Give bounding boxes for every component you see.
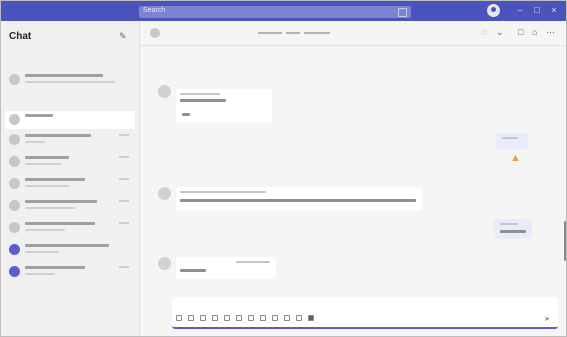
emoji-icon[interactable] — [200, 315, 206, 321]
meet-icon[interactable] — [236, 315, 242, 321]
gif-icon[interactable] — [212, 315, 218, 321]
message-compose-box[interactable]: ➤ — [172, 297, 558, 329]
schedule-icon[interactable] — [248, 315, 254, 321]
avatar — [9, 134, 20, 145]
chat-list-item[interactable] — [5, 241, 135, 259]
attach-icon[interactable] — [188, 315, 194, 321]
message-bubble[interactable] — [176, 257, 276, 279]
thumbs-up-icon: ▲ — [510, 152, 521, 164]
chat-list-pane: Chat ✎ — [1, 21, 140, 336]
more-options-icon[interactable]: ⋯ — [546, 27, 555, 38]
more-apps-icon[interactable] — [284, 315, 290, 321]
chat-list-item-selected[interactable] — [5, 111, 135, 129]
compose-toolbar: ➤ — [176, 315, 554, 324]
chat-list-item[interactable] — [5, 263, 135, 281]
chat-list-item[interactable] — [5, 153, 135, 171]
tab-chat[interactable] — [258, 32, 282, 34]
search-input[interactable]: Search — [139, 6, 411, 18]
close-icon[interactable]: × — [549, 5, 559, 15]
avatar — [9, 74, 20, 85]
avatar — [158, 187, 171, 200]
app-window: Search – □ × Chat ✎ ◌ ⌄ □ ⌂ ⋯ ▲ ➤ — [0, 0, 567, 337]
format-icon[interactable] — [176, 315, 182, 321]
message-bubble[interactable] — [176, 187, 422, 211]
avatar — [158, 257, 171, 270]
avatar — [9, 156, 20, 167]
minimize-icon[interactable]: – — [515, 5, 525, 15]
sticker-icon[interactable] — [224, 315, 230, 321]
new-chat-icon[interactable]: ✎ — [119, 31, 127, 42]
avatar[interactable] — [150, 28, 160, 38]
tab-add[interactable] — [304, 32, 330, 34]
chat-list-item[interactable] — [5, 175, 135, 193]
conversation-header: ◌ ⌄ □ ⌂ ⋯ — [140, 21, 566, 46]
praise-icon[interactable] — [272, 315, 278, 321]
maximize-icon[interactable]: □ — [532, 5, 542, 15]
chat-title: Chat — [9, 31, 32, 42]
send-icon[interactable]: ➤ — [544, 315, 550, 323]
avatar — [9, 266, 20, 277]
tab-files[interactable] — [286, 32, 300, 34]
avatar — [9, 114, 20, 125]
app-icon[interactable] — [296, 315, 302, 321]
search-shortcut-icon — [398, 8, 407, 17]
title-bar: Search – □ × — [1, 1, 566, 21]
chat-list-item[interactable] — [5, 219, 135, 237]
scrollbar[interactable] — [564, 221, 566, 261]
chat-list-item[interactable] — [5, 71, 135, 89]
avatar — [158, 85, 171, 98]
chat-list-item[interactable] — [5, 131, 135, 149]
screen-share-icon[interactable]: □ — [518, 27, 523, 37]
search-placeholder: Search — [143, 7, 166, 14]
avatar — [9, 178, 20, 189]
loop-icon[interactable] — [260, 315, 266, 321]
video-call-icon[interactable]: ◌ — [482, 27, 487, 37]
sent-message-bubble[interactable] — [494, 219, 532, 239]
chat-list-item[interactable] — [5, 197, 135, 215]
message-bubble[interactable] — [176, 89, 272, 123]
profile-avatar[interactable] — [487, 4, 500, 17]
sent-message-bubble[interactable] — [496, 133, 528, 149]
app-icon[interactable] — [308, 315, 314, 321]
avatar — [9, 200, 20, 211]
conversation-pane: ◌ ⌄ □ ⌂ ⋯ ▲ ➤ — [140, 21, 566, 336]
call-icon[interactable]: ⌄ — [496, 27, 504, 38]
avatar — [9, 244, 20, 255]
avatar — [9, 222, 20, 233]
people-icon[interactable]: ⌂ — [532, 27, 537, 37]
